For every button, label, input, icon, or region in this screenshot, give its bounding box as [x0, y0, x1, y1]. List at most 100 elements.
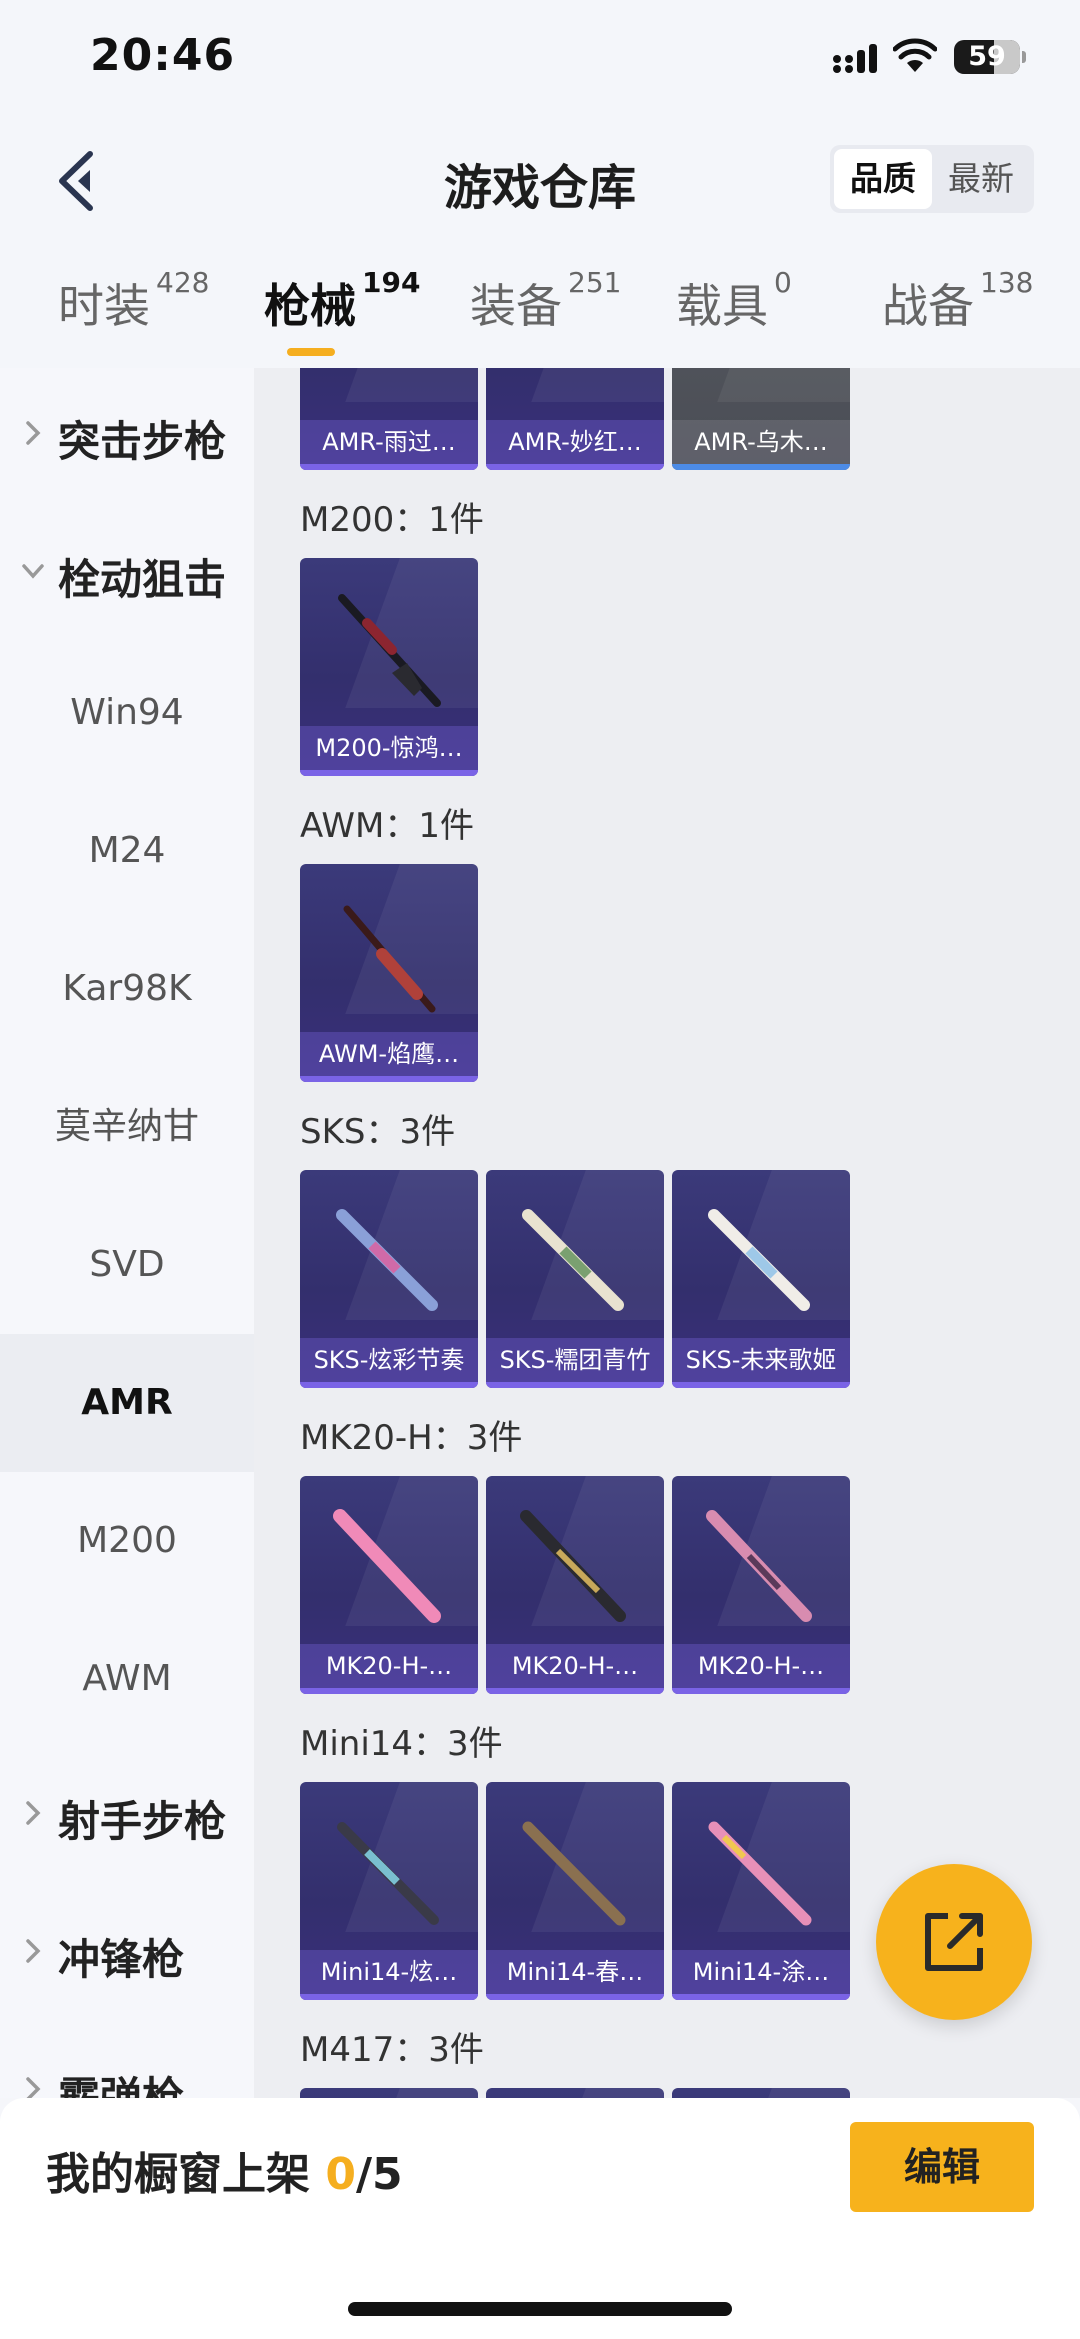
tab-label: 枪械: [264, 279, 356, 333]
weapon-card-label: MK20-H-…: [486, 1644, 664, 1688]
card-bar: [300, 464, 478, 470]
weapon-card[interactable]: [486, 2088, 664, 2098]
weapon-card[interactable]: SKS-糯团青竹: [486, 1170, 664, 1388]
sidebar-item-m200[interactable]: M200: [0, 1472, 254, 1610]
sidebar-item-mosin[interactable]: 莫辛纳甘: [0, 1058, 254, 1196]
sidebar-item-m24[interactable]: M24: [0, 782, 254, 920]
weapon-card-label: SKS-未来歌姬: [672, 1338, 850, 1382]
card-bar: [672, 1994, 850, 2000]
tab-label: 战备: [882, 279, 974, 333]
warehouse-screen: 20:46 59 游戏仓库 品质 最新 时装 428 枪械 194 装备 251 载具…: [0, 0, 1080, 2339]
card-bar: [300, 1076, 478, 1082]
share-out-icon: [925, 1913, 983, 1971]
card-bar: [672, 1382, 850, 1388]
section-title-sks: SKS：3件: [300, 1112, 456, 1152]
tab-equipment[interactable]: 装备 251: [470, 266, 621, 350]
weapon-card-label: AMR-乌木…: [672, 420, 850, 464]
weapon-card-label: AMR-妙红…: [486, 420, 664, 464]
sidebar-group-bolt-sniper[interactable]: 栓动狙击: [0, 506, 254, 644]
chevron-right-icon: [26, 1801, 41, 1825]
category-tabs: 时装 428 枪械 194 装备 251 载具 0 战备 138: [0, 240, 1080, 368]
weapon-card[interactable]: MK20-H-…: [486, 1476, 664, 1694]
chevron-right-icon: [26, 1939, 41, 1963]
weapon-card[interactable]: [672, 2088, 850, 2098]
status-time: 20:46: [90, 30, 236, 81]
weapon-card[interactable]: AMR-妙红…: [486, 368, 664, 470]
sidebar-group-shotgun[interactable]: 霰弹枪: [0, 2024, 254, 2098]
sidebar-group-smg[interactable]: 冲锋枪: [0, 1886, 254, 2024]
card-bar: [672, 464, 850, 470]
weapon-card[interactable]: AMR-雨过…: [300, 368, 478, 470]
weapon-card[interactable]: SKS-未来歌姬: [672, 1170, 850, 1388]
showcase-text: 我的橱窗上架: [46, 2149, 326, 2200]
sidebar-group-label: 冲锋枪: [58, 1935, 185, 1984]
tab-count: 0: [774, 266, 792, 299]
sidebar-item-svd[interactable]: SVD: [0, 1196, 254, 1334]
section-title-mini14: Mini14：3件: [300, 1724, 503, 1764]
card-bar: [486, 1994, 664, 2000]
wifi-icon: [893, 38, 937, 72]
weapon-card-label: SKS-炫彩节奏: [300, 1338, 478, 1382]
tab-count: 194: [362, 266, 421, 299]
card-bar: [300, 770, 478, 776]
sidebar-group-label: 霰弹枪: [58, 2073, 185, 2098]
tab-supplies[interactable]: 战备 138: [882, 266, 1033, 350]
sidebar-item-kar98k[interactable]: Kar98K: [0, 920, 254, 1058]
rifle-icon: [706, 1510, 812, 1622]
tab-vehicles[interactable]: 载具 0: [676, 266, 792, 350]
weapon-card-label: Mini14-炫…: [300, 1950, 478, 1994]
sort-newest-option[interactable]: 最新: [932, 149, 1030, 209]
battery-level: 59: [968, 41, 1006, 72]
weapon-card[interactable]: Mini14-春…: [486, 1782, 664, 2000]
weapon-card-label: Mini14-涂…: [672, 1950, 850, 1994]
section-title-awm: AWM：1件: [300, 806, 474, 846]
weapon-card[interactable]: MK20-H-…: [672, 1476, 850, 1694]
card-bar: [486, 1688, 664, 1694]
sidebar-item-amr[interactable]: AMR: [0, 1334, 254, 1472]
sidebar-group-assault-rifle[interactable]: 突击步枪: [0, 368, 254, 506]
weapon-card[interactable]: SKS-炫彩节奏: [300, 1170, 478, 1388]
rifle-icon: [336, 1209, 438, 1311]
sidebar-item-awm[interactable]: AWM: [0, 1610, 254, 1748]
weapon-card-label: Mini14-春…: [486, 1950, 664, 1994]
tab-fashion[interactable]: 时装 428: [58, 266, 209, 350]
sniper-rifle-icon: [338, 594, 441, 707]
tab-label: 装备: [470, 279, 562, 333]
sidebar-group-marksman[interactable]: 射手步枪: [0, 1748, 254, 1886]
tab-count: 138: [980, 266, 1034, 299]
cellular-signal-icon: [833, 44, 877, 73]
section-title-m200: M200：1件: [300, 500, 484, 540]
weapon-card[interactable]: M200-惊鸿…: [300, 558, 478, 776]
card-bar: [486, 1382, 664, 1388]
sidebar-group-label: 射手步枪: [58, 1797, 227, 1846]
rifle-icon: [522, 1821, 626, 1926]
card-bar: [300, 1382, 478, 1388]
rifle-icon: [333, 1509, 441, 1623]
weapon-card[interactable]: [300, 2088, 478, 2098]
weapon-card-label: AMR-雨过…: [300, 420, 478, 464]
section-title-m417: M417：3件: [300, 2030, 484, 2070]
rifle-icon: [708, 1821, 812, 1926]
share-button[interactable]: [876, 1864, 1032, 2020]
weapon-card[interactable]: AMR-乌木…: [672, 368, 850, 470]
active-tab-indicator: [287, 348, 335, 356]
rifle-icon: [522, 1209, 624, 1311]
tab-label: 载具: [676, 279, 768, 333]
weapon-card[interactable]: Mini14-炫…: [300, 1782, 478, 2000]
card-bar: [672, 1688, 850, 1694]
rifle-icon: [708, 1209, 810, 1311]
home-indicator[interactable]: [348, 2302, 732, 2316]
weapon-card[interactable]: MK20-H-…: [300, 1476, 478, 1694]
sort-quality-option[interactable]: 品质: [834, 149, 932, 209]
weapon-card-label: MK20-H-…: [672, 1644, 850, 1688]
chevron-right-icon: [26, 421, 41, 445]
edit-button[interactable]: 编辑: [850, 2122, 1034, 2212]
weapon-card[interactable]: Mini14-涂…: [672, 1782, 850, 2000]
sniper-rifle-icon: [343, 905, 436, 1013]
tab-firearms[interactable]: 枪械 194: [264, 266, 420, 350]
showcase-total: /5: [355, 2149, 403, 2200]
sidebar-item-win94[interactable]: Win94: [0, 644, 254, 782]
card-bar: [300, 1994, 478, 2000]
card-bar: [486, 464, 664, 470]
weapon-card[interactable]: AWM-焰鹰…: [300, 864, 478, 1082]
